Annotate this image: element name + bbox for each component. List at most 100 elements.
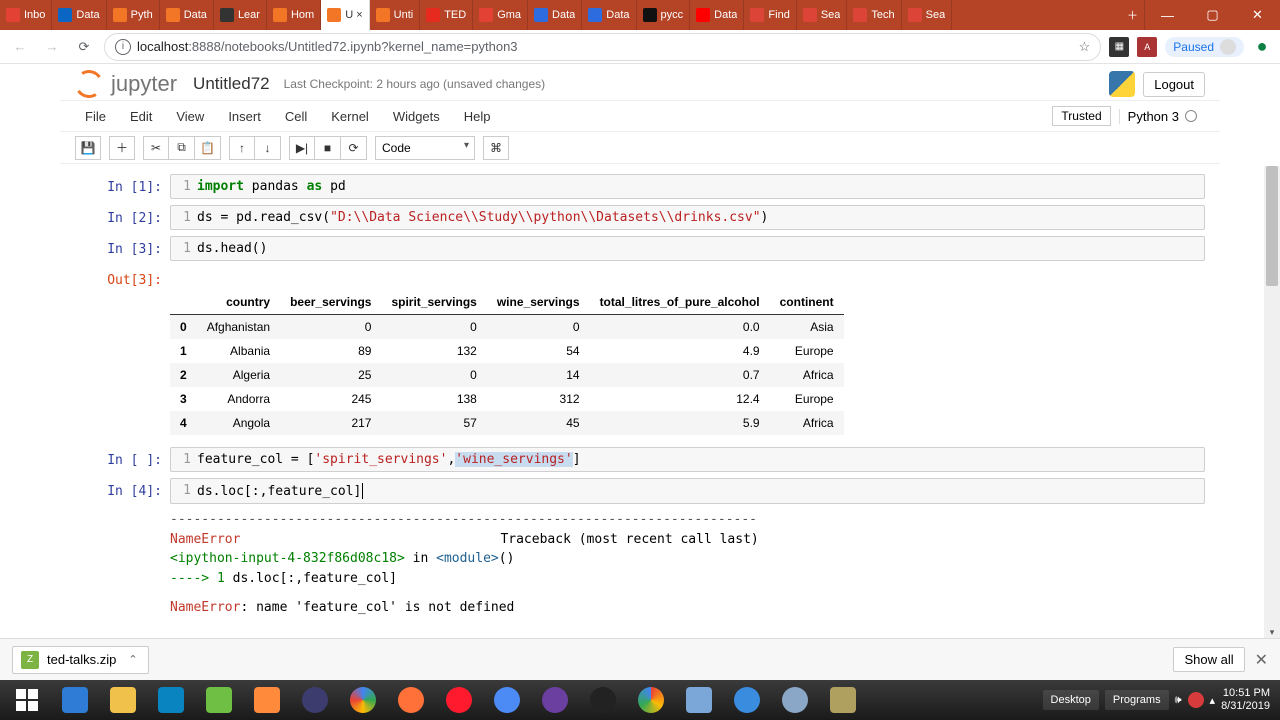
- menu-view[interactable]: View: [166, 105, 214, 128]
- menu-insert[interactable]: Insert: [218, 105, 271, 128]
- menu-help[interactable]: Help: [454, 105, 501, 128]
- chevron-up-icon[interactable]: ⌃: [128, 653, 137, 666]
- code-cell[interactable]: In [1]: 1import pandas as pd: [75, 174, 1205, 199]
- taskbar-app[interactable]: [436, 680, 482, 720]
- site-info-icon[interactable]: i: [115, 39, 131, 55]
- browser-tab[interactable]: pycc: [637, 0, 691, 30]
- taskbar-app[interactable]: [388, 680, 434, 720]
- browser-tab[interactable]: Data: [160, 0, 214, 30]
- browser-tab[interactable]: Lear: [214, 0, 267, 30]
- taskbar-app[interactable]: [532, 680, 578, 720]
- reload-button[interactable]: ⟳: [72, 35, 96, 59]
- browser-tab[interactable]: Hom: [267, 0, 321, 30]
- browser-tab[interactable]: Unti: [370, 0, 421, 30]
- extension-icon[interactable]: ▦: [1109, 37, 1129, 57]
- insert-cell-button[interactable]: ＋: [109, 136, 135, 160]
- browser-tab[interactable]: Gma: [473, 0, 528, 30]
- cell-type-select[interactable]: Code: [375, 136, 475, 160]
- favicon-icon: [696, 8, 710, 22]
- browser-tabstrip: InboDataPythDataLearHomU ×UntiTEDGmaData…: [0, 0, 1121, 30]
- maximize-button[interactable]: ▢: [1190, 0, 1235, 30]
- taskbar-app[interactable]: [724, 680, 770, 720]
- taskbar-app[interactable]: [148, 680, 194, 720]
- browser-tab[interactable]: Pyth: [107, 0, 160, 30]
- restart-button[interactable]: ⟳: [341, 136, 367, 160]
- command-palette-button[interactable]: ⌘: [483, 136, 509, 160]
- download-item[interactable]: Z ted-talks.zip⌃: [12, 646, 149, 674]
- browser-tab[interactable]: Data: [528, 0, 582, 30]
- menu-file[interactable]: File: [75, 105, 116, 128]
- cut-button[interactable]: ✂: [143, 136, 169, 160]
- browser-tab[interactable]: Data: [52, 0, 106, 30]
- move-down-button[interactable]: ↓: [255, 136, 281, 160]
- pdf-extension-icon[interactable]: A: [1137, 37, 1157, 57]
- browser-tab[interactable]: Find: [744, 0, 796, 30]
- copy-button[interactable]: ⧉: [169, 136, 195, 160]
- save-button[interactable]: 💾: [75, 136, 101, 160]
- forward-button[interactable]: →: [40, 35, 64, 59]
- browser-tab[interactable]: TED: [420, 0, 473, 30]
- back-button[interactable]: ←: [8, 35, 32, 59]
- clock[interactable]: 10:51 PM8/31/2019: [1221, 687, 1270, 713]
- code-cell[interactable]: In [2]: 1ds = pd.read_csv("D:\\Data Scie…: [75, 205, 1205, 230]
- close-downloads-icon[interactable]: ✕: [1255, 650, 1268, 670]
- taskbar-app[interactable]: [676, 680, 722, 720]
- tray-icon[interactable]: ▴: [1210, 694, 1216, 707]
- kernel-indicator[interactable]: Python 3: [1119, 109, 1205, 124]
- browser-tab[interactable]: U ×: [321, 0, 369, 30]
- kernel-status-icon: [1185, 110, 1197, 122]
- favicon-icon: [588, 8, 602, 22]
- code-cell[interactable]: In [ ]: 1feature_col = ['spirit_servings…: [75, 447, 1205, 472]
- tray-programs[interactable]: Programs: [1105, 690, 1169, 710]
- tray-icon[interactable]: [1188, 692, 1204, 708]
- address-bar[interactable]: i localhost:8888/notebooks/Untitled72.ip…: [104, 33, 1101, 61]
- browser-tab[interactable]: Data: [582, 0, 636, 30]
- system-tray[interactable]: Desktop Programs 🕪 ▴ 10:51 PM8/31/2019: [1043, 687, 1276, 713]
- taskbar-app[interactable]: [52, 680, 98, 720]
- browser-tab[interactable]: Tech: [847, 0, 901, 30]
- start-button[interactable]: [4, 680, 50, 720]
- dataframe-output: countrybeer_servingsspirit_servingswine_…: [170, 290, 844, 435]
- input-prompt: In [2]:: [75, 205, 170, 230]
- taskbar-app[interactable]: [484, 680, 530, 720]
- favicon-icon: [750, 8, 764, 22]
- taskbar-app[interactable]: [772, 680, 818, 720]
- taskbar-app[interactable]: [820, 680, 866, 720]
- run-button[interactable]: ▶|: [289, 136, 315, 160]
- taskbar-app[interactable]: [580, 680, 626, 720]
- close-button[interactable]: ✕: [1235, 0, 1280, 30]
- taskbar-app[interactable]: [292, 680, 338, 720]
- paste-button[interactable]: 📋: [195, 136, 221, 160]
- bookmark-star-icon[interactable]: ☆: [1079, 39, 1091, 55]
- stop-button[interactable]: ■: [315, 136, 341, 160]
- input-prompt: In [1]:: [75, 174, 170, 199]
- menu-cell[interactable]: Cell: [275, 105, 317, 128]
- vertical-scrollbar[interactable]: ▴▾: [1264, 166, 1280, 638]
- show-all-downloads-button[interactable]: Show all: [1173, 647, 1244, 672]
- menu-kernel[interactable]: Kernel: [321, 105, 379, 128]
- taskbar-app[interactable]: [244, 680, 290, 720]
- code-cell[interactable]: In [3]: 1ds.head(): [75, 236, 1205, 261]
- browser-tab[interactable]: Data: [690, 0, 744, 30]
- notebook-area[interactable]: In [1]: 1import pandas as pd In [2]: 1ds…: [0, 166, 1280, 638]
- taskbar-app[interactable]: [100, 680, 146, 720]
- notebook-name[interactable]: Untitled72: [193, 74, 270, 94]
- taskbar-app[interactable]: [196, 680, 242, 720]
- move-up-button[interactable]: ↑: [229, 136, 255, 160]
- menu-edit[interactable]: Edit: [120, 105, 162, 128]
- logout-button[interactable]: Logout: [1143, 72, 1205, 97]
- browser-tab[interactable]: Sea: [797, 0, 848, 30]
- profile-paused-chip[interactable]: Paused: [1165, 37, 1244, 57]
- browser-tab[interactable]: Sea: [902, 0, 953, 30]
- new-tab-button[interactable]: ＋: [1121, 0, 1145, 30]
- taskbar-app[interactable]: [340, 680, 386, 720]
- code-cell[interactable]: In [4]: 1ds.loc[:,feature_col]: [75, 478, 1205, 504]
- menu-widgets[interactable]: Widgets: [383, 105, 450, 128]
- minimize-button[interactable]: —: [1145, 0, 1190, 30]
- trusted-indicator[interactable]: Trusted: [1052, 106, 1110, 126]
- browser-tab[interactable]: Inbo: [0, 0, 52, 30]
- tray-desktop[interactable]: Desktop: [1043, 690, 1099, 710]
- tray-icon[interactable]: 🕪: [1175, 694, 1182, 707]
- update-icon[interactable]: ●: [1252, 37, 1272, 57]
- taskbar-app[interactable]: [628, 680, 674, 720]
